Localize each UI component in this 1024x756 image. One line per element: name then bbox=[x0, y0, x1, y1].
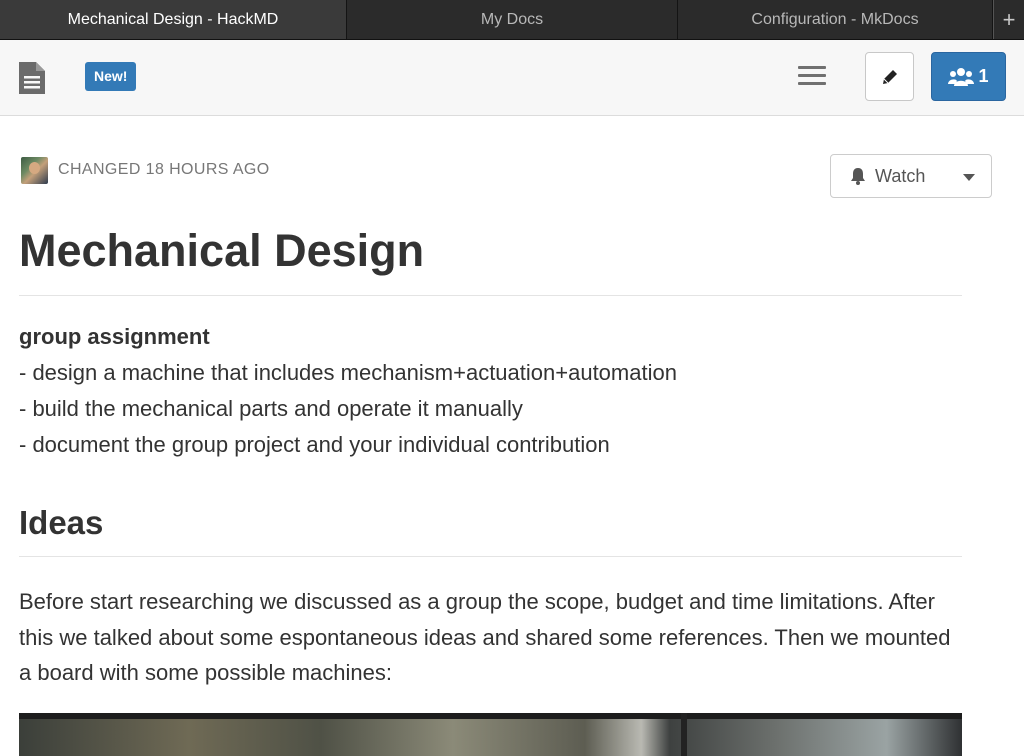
browser-tab-bar: Mechanical Design - HackMD My Docs Confi… bbox=[0, 0, 1024, 40]
new-tab-button[interactable]: + bbox=[993, 0, 1024, 39]
edit-mode-button[interactable] bbox=[865, 52, 914, 101]
users-icon bbox=[948, 67, 975, 86]
list-item: - design a machine that includes mechani… bbox=[19, 360, 677, 385]
list-item: - build the mechanical parts and operate… bbox=[19, 396, 523, 421]
section-heading-ideas: Ideas bbox=[19, 504, 104, 541]
changed-timestamp: CHANGED 18 HOURS AGO bbox=[58, 161, 270, 178]
hamburger-menu-icon[interactable] bbox=[798, 66, 826, 88]
document-icon[interactable] bbox=[18, 61, 46, 95]
bell-icon bbox=[851, 168, 865, 185]
app-header: New! 1 bbox=[0, 40, 1024, 116]
ideas-board-photo bbox=[19, 713, 962, 756]
browser-tab[interactable]: Configuration - MkDocs bbox=[678, 0, 993, 39]
divider bbox=[19, 295, 962, 296]
new-badge[interactable]: New! bbox=[85, 62, 137, 91]
online-users-button[interactable]: 1 bbox=[931, 52, 1006, 101]
list-item: - document the group project and your in… bbox=[19, 432, 610, 457]
browser-tab[interactable]: My Docs bbox=[347, 0, 678, 39]
note-meta: CHANGED 18 HOURS AGO bbox=[21, 156, 270, 184]
watch-label: Watch bbox=[875, 165, 926, 186]
divider bbox=[19, 556, 962, 557]
pencil-icon bbox=[882, 69, 897, 84]
chevron-down-icon bbox=[963, 174, 975, 181]
watch-dropdown-button[interactable]: Watch bbox=[830, 154, 992, 198]
ideas-paragraph: Before start researching we discussed as… bbox=[19, 589, 951, 685]
avatar[interactable] bbox=[21, 156, 48, 184]
page-title: Mechanical Design bbox=[19, 225, 425, 276]
online-users-count: 1 bbox=[978, 66, 989, 86]
group-assignment-heading: group assignment bbox=[19, 324, 210, 349]
browser-tab-active[interactable]: Mechanical Design - HackMD bbox=[0, 0, 347, 39]
